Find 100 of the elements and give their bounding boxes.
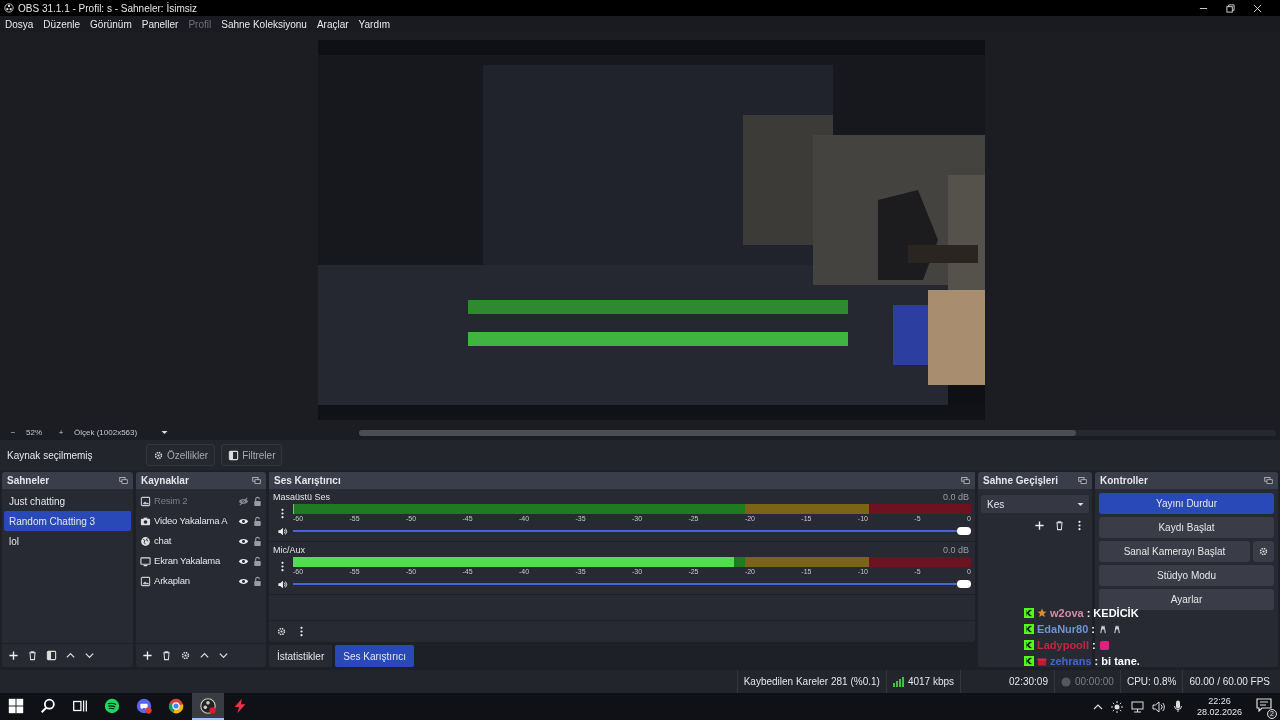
speaker-icon[interactable] [276,578,288,590]
source-item[interactable]: Ekran Yakalama [154,553,235,569]
context-button[interactable]: Filtreler [221,444,283,466]
control-button[interactable]: Kaydı Başlat [1099,517,1274,538]
chat-username: w2ova [1050,605,1084,621]
window-title: OBS 31.1.1 - Profil: s - Sahneler: İsimsiz [18,1,198,16]
transition-dropdown[interactable]: Kes [981,495,1089,513]
gift-badge-icon [1037,656,1047,666]
scene-item[interactable]: Just chatting [4,491,131,511]
signal-icon [892,676,904,687]
dock-title: Ses Karıştırıcı [274,474,341,488]
source-item[interactable]: chat [154,533,235,549]
kick-badge-icon [1024,608,1034,618]
slider-thumb[interactable] [957,580,971,588]
chat-username: zehrans [1050,653,1092,669]
unlocked-icon[interactable] [252,495,263,507]
bitrate: 4017 kbps [907,675,955,689]
recorder-icon[interactable] [199,696,217,715]
unlocked-icon[interactable] [252,575,263,587]
undock-icon[interactable] [961,476,970,485]
network-icon[interactable] [1130,700,1144,713]
volume-slider[interactable] [293,580,971,588]
gear-icon[interactable] [1258,546,1269,557]
chat-username: Ladypooll [1037,637,1089,653]
dock-tab[interactable]: Ses Karıştırıcı [335,645,415,667]
search-icon[interactable] [39,696,57,715]
notification-icon[interactable] [1256,697,1272,712]
volume-reading: 0.0 dB [942,544,970,557]
volume-icon[interactable] [1151,700,1165,713]
add-icon[interactable] [7,650,19,661]
trash-icon[interactable] [1053,519,1065,531]
menu-item[interactable]: Sahne Koleksiyonu [221,16,307,32]
selection-status: Kaynak seçilmemiş [7,448,94,463]
filter-icon[interactable] [45,650,57,661]
filter-icon [228,449,240,461]
slider-thumb[interactable] [957,527,971,535]
globe-icon [140,535,151,547]
dropdown-caret-icon [160,428,169,437]
unlocked-icon[interactable] [252,555,263,567]
chat-username: EdaNur80 [1037,621,1089,637]
stream-time: 02:30:09 [1009,675,1048,689]
chrome-icon[interactable] [167,696,185,715]
menu-item[interactable]: Paneller [141,16,179,32]
dock-title: Kontroller [1100,474,1148,488]
kick-badge-icon [1024,656,1034,666]
speaker-icon[interactable] [276,525,288,537]
add-icon[interactable] [141,650,153,661]
volume-slider[interactable] [293,527,971,535]
undock-icon[interactable] [1078,476,1087,485]
close-icon[interactable] [1253,3,1262,13]
dropped-frames: Kaybedilen Kareler 281 (%0.1) [743,674,880,689]
menu-item[interactable]: Düzenle [43,16,81,32]
image-icon [140,495,151,507]
chevron-up-icon[interactable] [64,650,76,661]
context-button[interactable]: Özellikler [146,444,216,466]
chevron-up-icon[interactable] [198,650,210,661]
camera-icon [140,515,151,527]
monitor-icon [140,555,151,567]
undock-icon[interactable] [1264,476,1273,485]
source-item[interactable]: Video Yakalama A [154,513,235,529]
undock-icon[interactable] [252,476,261,485]
scene-item[interactable]: Random Chatting 3 [4,511,131,531]
menu-item[interactable]: Dosya [5,16,34,32]
brightness-icon[interactable] [1110,700,1123,713]
source-item[interactable]: Resim 2 [154,493,235,509]
star-badge-icon [1037,608,1047,618]
chevron-down-icon[interactable] [83,650,95,661]
trash-icon[interactable] [160,650,172,661]
unlocked-icon[interactable] [252,535,263,547]
trash-icon[interactable] [26,650,38,661]
channel-name: Masaüstü Ses [273,491,331,504]
scale-dropdown[interactable]: Ölçek (1002x563) [74,426,169,439]
add-icon[interactable] [1033,519,1045,531]
hidden-eye-icon[interactable] [238,495,249,507]
microphone-icon[interactable] [1172,700,1183,713]
unlocked-icon[interactable] [252,515,263,527]
obs-logo-icon [4,3,14,13]
windows-logo-icon[interactable] [7,696,25,715]
control-button[interactable]: Yayını Durdur [1099,493,1274,514]
menu-item[interactable]: Görünüm [90,16,132,32]
zoom-out-button[interactable]: − [6,426,20,439]
source-item[interactable]: Arkaplan [154,573,235,589]
menu-item[interactable]: Yardım [358,16,391,32]
zoom-in-button[interactable]: + [56,426,66,439]
horizontal-scrollbar[interactable] [359,429,1076,436]
spotify-icon[interactable] [103,696,121,715]
restore-icon[interactable] [1226,3,1235,13]
chevron-down-icon[interactable] [217,650,229,661]
menu-item[interactable]: Araçlar [316,16,349,32]
dock-title: Sahne Geçişleri [983,474,1059,488]
scene-item[interactable]: lol [4,531,131,551]
discord-icon[interactable] [135,696,153,715]
record-time: 00:00:00 [1074,675,1114,689]
clock[interactable]: 22:26 28.02.2026 [1190,695,1248,718]
control-button[interactable]: Stüdyo Modu [1099,565,1274,586]
control-button[interactable]: Sanal Kamerayı Başlat [1099,541,1250,562]
dock-tab[interactable]: İstatistikler [269,645,333,667]
gear-icon[interactable] [179,650,191,661]
gear-icon[interactable] [275,626,287,637]
undock-icon[interactable] [119,476,128,485]
